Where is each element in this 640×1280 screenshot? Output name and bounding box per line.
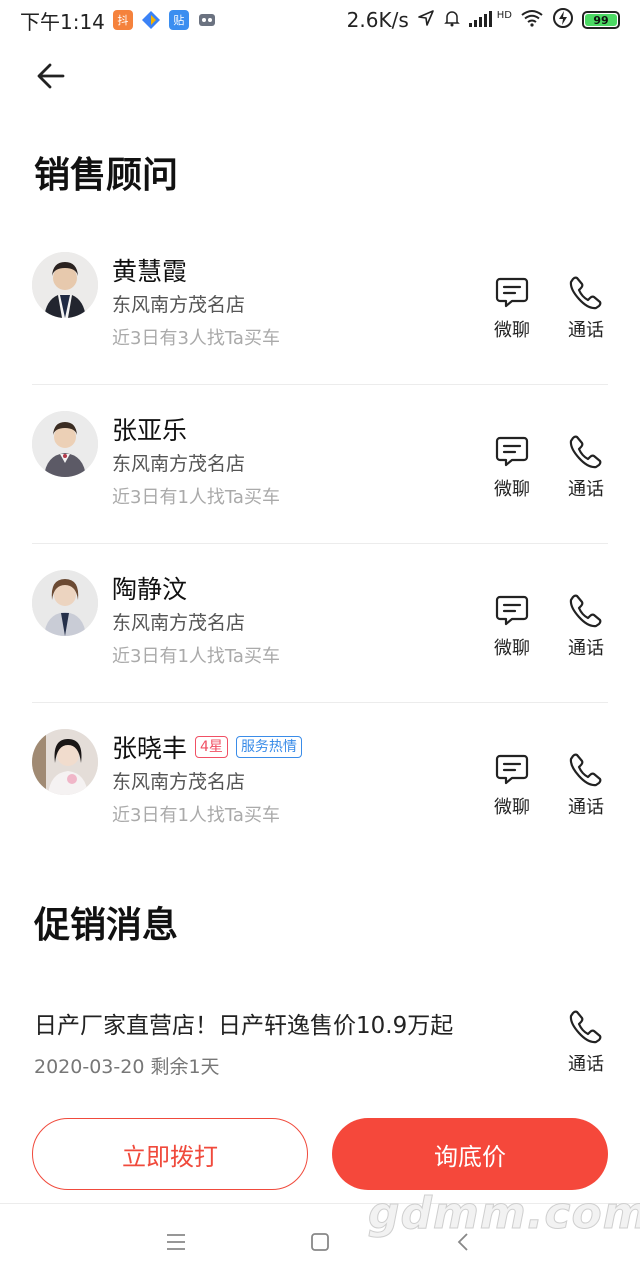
advisor-name-line: 张亚乐 [112,411,280,447]
chat-button[interactable]: 微聊 [480,431,544,501]
call-button[interactable]: 通话 [554,749,618,819]
promo-date: 2020-03-20 剩余1天 [34,1056,220,1078]
maps-notification-icon [140,10,161,30]
call-label: 通话 [568,1054,604,1075]
advisor-name: 陶静汶 [112,575,188,604]
advisor-stat: 近3日有3人找Ta买车 [112,328,280,349]
advisor-list: 黄慧霞 东风南方茂名店 近3日有3人找Ta买车 微聊 通话 张亚乐 东风南方茂名… [32,226,608,862]
promo-title: 日产厂家直营店！日产轩逸售价10.9万起 [34,1013,454,1039]
chat-icon [492,749,532,789]
network-speed: 2.6K/s [346,8,409,32]
bell-icon [443,8,461,32]
battery-icon: 99 [582,11,620,29]
status-bar-right: 2.6K/s HD 99 [347,7,620,34]
advisor-store: 东风南方茂名店 [112,771,246,793]
avatar [32,729,98,795]
avatar [32,252,98,318]
status-bar-left: 下午1:14 抖 贴 [20,6,217,35]
chat-button[interactable]: 微聊 [480,272,544,342]
chat-icon [492,272,532,312]
promo-call-button[interactable]: 通话 [554,1006,618,1076]
advisor-name-line: 陶静汶 [112,570,280,606]
chat-label: 微聊 [494,797,530,818]
advisor-store: 东风南方茂名店 [112,294,246,316]
wifi-icon [520,8,544,32]
call-now-button[interactable]: 立即拨打 [32,1118,308,1190]
call-label: 通话 [568,797,604,818]
call-button[interactable]: 通话 [554,272,618,342]
call-label: 通话 [568,638,604,659]
advisor-info: 黄慧霞 东风南方茂名店 近3日有3人找Ta买车 [112,252,280,354]
advisor-stat: 近3日有1人找Ta买车 [112,805,280,826]
avatar [32,411,98,477]
phone-icon [566,431,606,471]
location-icon [417,8,435,32]
charging-icon [552,7,574,34]
status-time: 下午1:14 [20,9,105,34]
menu-icon [167,1234,185,1250]
advisor-name-line: 黄慧霞 [112,252,280,288]
back-arrow-icon [37,63,65,89]
rating-tag: 4星 [195,736,228,758]
phone-icon [566,272,606,312]
advisor-name: 张晓丰 [112,734,188,763]
advisor-info: 陶静汶 东风南方茂名店 近3日有1人找Ta买车 [112,570,280,672]
advisor-store: 东风南方茂名店 [112,612,246,634]
inquiry-price-button[interactable]: 询底价 [332,1118,608,1190]
call-label: 通话 [568,479,604,500]
phone-icon [566,1006,606,1046]
call-button[interactable]: 通话 [554,431,618,501]
back-button[interactable] [26,52,76,100]
menu-nav-button[interactable] [156,1222,196,1262]
avatar [32,570,98,636]
phone-icon [566,749,606,789]
advisor-store: 东风南方茂名店 [112,453,246,475]
tieba-notification-icon: 贴 [168,10,189,30]
cell-signal-icon [468,8,495,32]
chat-button[interactable]: 微聊 [480,749,544,819]
service-tag: 服务热情 [235,736,302,758]
status-bar: 下午1:14 抖 贴 2.6K/s HD 99 [0,0,640,40]
advisor-stat: 近3日有1人找Ta买车 [112,646,280,667]
advisor-row[interactable]: 陶静汶 东风南方茂名店 近3日有1人找Ta买车 微聊 通话 [32,544,608,703]
chat-icon [492,431,532,471]
advisor-row[interactable]: 黄慧霞 东风南方茂名店 近3日有3人找Ta买车 微聊 通话 [32,226,608,385]
advisor-name: 张亚乐 [112,416,188,445]
chat-icon [492,590,532,630]
advisors-section-title: 销售顾问 [34,155,179,196]
advisor-info: 张亚乐 东风南方茂名店 近3日有1人找Ta买车 [112,411,280,513]
watermark-text: gdmm.com [368,1188,640,1240]
app-notification-icon: 抖 [112,10,133,30]
advisor-row[interactable]: 张晓丰 4星 服务热情 东风南方茂名店 近3日有1人找Ta买车 微聊 通话 [32,703,608,862]
home-nav-button[interactable] [300,1222,340,1262]
phone-icon [566,590,606,630]
battery-level: 99 [585,14,617,27]
chat-label: 微聊 [494,479,530,500]
advisor-row[interactable]: 张亚乐 东风南方茂名店 近3日有1人找Ta买车 微聊 通话 [32,385,608,544]
home-square-icon [311,1233,329,1251]
call-button[interactable]: 通话 [554,590,618,660]
hd-label: HD [496,9,512,21]
chat-label: 微聊 [494,320,530,341]
advisor-name: 黄慧霞 [112,257,188,286]
promo-section-title: 促销消息 [34,905,179,946]
advisor-stat: 近3日有1人找Ta买车 [112,487,280,508]
advisor-name-line: 张晓丰 4星 服务热情 [112,729,302,765]
advisor-info: 张晓丰 4星 服务热情 东风南方茂名店 近3日有1人找Ta买车 [112,729,302,831]
promo-item[interactable]: 日产厂家直营店！日产轩逸售价10.9万起 2020-03-20 剩余1天 通话 [34,1000,610,1090]
call-label: 通话 [568,320,604,341]
game-notification-icon [196,10,217,30]
chat-button[interactable]: 微聊 [480,590,544,660]
chat-label: 微聊 [494,638,530,659]
